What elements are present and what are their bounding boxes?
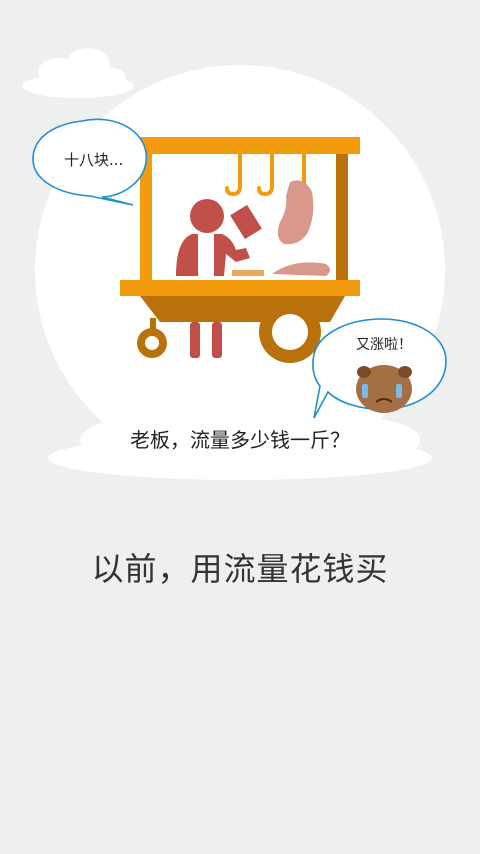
page-title: 以前，用流量花钱买 xyxy=(91,550,389,588)
bubble-left-text: 十八块... xyxy=(64,151,124,169)
crying-face-icon xyxy=(356,365,412,413)
bubble-right-text: 又涨啦！ xyxy=(356,337,412,353)
wheel-large-icon xyxy=(259,301,321,363)
apron-icon xyxy=(198,234,214,276)
wheel-small-icon xyxy=(137,328,167,358)
scene-question: 老板，流量多少钱一斤？ xyxy=(130,428,350,452)
cloud-small-icon xyxy=(22,48,134,98)
cutting-board-icon xyxy=(232,270,264,276)
